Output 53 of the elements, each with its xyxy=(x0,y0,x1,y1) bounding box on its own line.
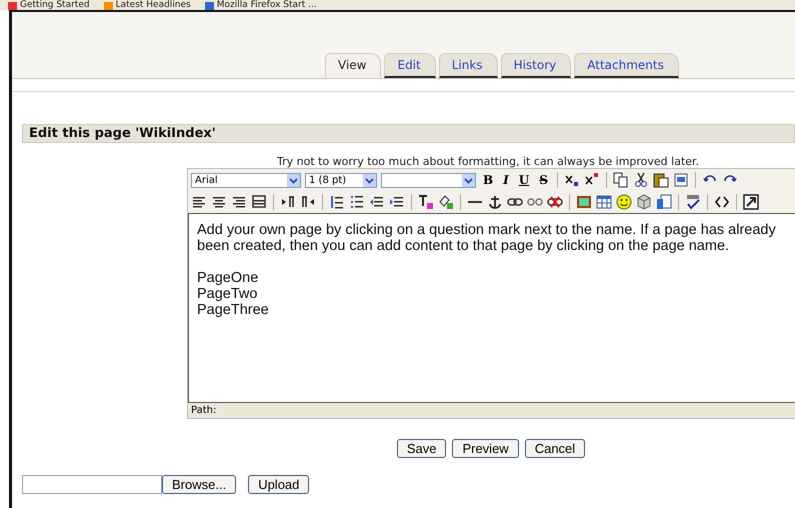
cube-icon[interactable] xyxy=(636,194,652,210)
fullscreen-icon[interactable] xyxy=(743,194,759,210)
document-icon[interactable] xyxy=(656,194,672,210)
copy-icon[interactable] xyxy=(612,172,629,188)
cut-icon[interactable] xyxy=(632,172,649,188)
remove-link-icon[interactable] xyxy=(547,194,563,210)
anchor-icon[interactable] xyxy=(487,194,503,210)
page-link-text: PageThree xyxy=(197,302,269,318)
paste-icon[interactable] xyxy=(652,172,669,188)
browse-button[interactable]: Browse... xyxy=(162,475,236,494)
bookmark-link[interactable]: Latest Headlines xyxy=(104,1,191,10)
style-button[interactable]: I xyxy=(500,173,512,187)
form-button[interactable]: Preview xyxy=(452,439,519,458)
size-select[interactable]: 1 (8 pt) xyxy=(305,172,377,188)
rtl-icon[interactable] xyxy=(300,194,316,210)
align-left-icon[interactable] xyxy=(191,194,207,210)
file-path-field[interactable] xyxy=(22,475,162,494)
tab[interactable]: Attachments xyxy=(574,53,679,78)
style-button[interactable]: S xyxy=(536,173,551,187)
spellcheck-icon[interactable] xyxy=(685,194,701,210)
upload-button[interactable]: Upload xyxy=(248,475,310,494)
bookmark-link[interactable]: Mozilla Firefox Start ... xyxy=(204,1,317,10)
numbered-list-icon[interactable] xyxy=(329,194,345,210)
tab[interactable]: Links xyxy=(438,53,498,78)
smiley-icon[interactable] xyxy=(616,194,632,210)
paste-word-icon[interactable] xyxy=(672,172,689,188)
image-icon[interactable] xyxy=(576,194,592,210)
bullet-list-icon[interactable] xyxy=(349,194,365,210)
paragraph-text: Add your own page by clicking on a question mark next to the name. If a page has already been created, then you can add content to that page by clicking on the page name. xyxy=(197,222,777,254)
table-icon[interactable] xyxy=(596,194,612,210)
format-select[interactable] xyxy=(381,172,476,188)
text-color-icon[interactable] xyxy=(418,194,434,210)
align-center-icon[interactable] xyxy=(211,194,227,210)
tab[interactable]: History xyxy=(500,53,572,78)
hint-text: Try not to worry too much about formatting, it can always be improved later. xyxy=(277,155,700,168)
tab[interactable]: Edit xyxy=(384,53,436,78)
style-button[interactable]: B xyxy=(480,173,496,187)
path-label: Path: xyxy=(191,405,216,416)
align-right-icon[interactable] xyxy=(231,194,247,210)
page-link-text: PageOne xyxy=(197,270,258,286)
ltr-icon[interactable] xyxy=(280,194,296,210)
code-icon[interactable] xyxy=(714,194,730,210)
bookmark-link[interactable]: Getting Started xyxy=(8,1,90,10)
justify-icon[interactable] xyxy=(251,194,267,210)
form-button[interactable]: Cancel xyxy=(524,439,586,458)
tab[interactable]: View xyxy=(325,53,382,78)
highlight-color-icon[interactable] xyxy=(438,194,454,210)
page-link-text: PageTwo xyxy=(197,286,258,302)
font-select[interactable]: Arial xyxy=(191,172,301,188)
section-title: Edit this page 'WikiIndex' xyxy=(22,124,795,143)
editor-text-area[interactable]: Add your own page by clicking on a question mark next to the name. If a page has already been created, then you can add content to that page by clicking on the page name. PageOne PageTwo PageThree xyxy=(188,213,795,403)
form-button[interactable]: Save xyxy=(396,439,446,458)
style-button[interactable]: U xyxy=(516,173,532,187)
